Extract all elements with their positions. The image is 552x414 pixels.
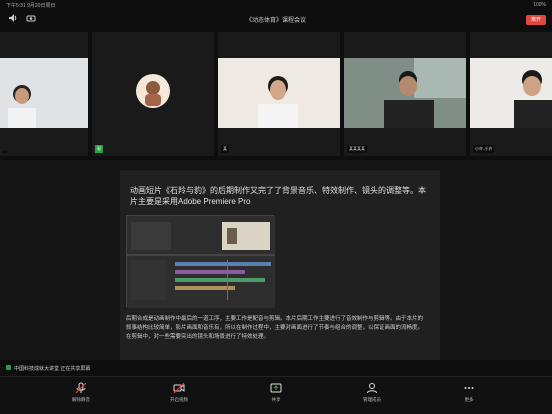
participants-icon bbox=[367, 383, 377, 394]
participant-tile-3[interactable]: 某 bbox=[218, 32, 340, 156]
video-feed bbox=[218, 58, 340, 128]
participant-tile-5[interactable]: 小许-小许 bbox=[470, 32, 552, 156]
share-indicator-icon bbox=[6, 365, 11, 370]
participants-button[interactable]: 管理成员 bbox=[347, 382, 397, 403]
participant-name: 某某某某 bbox=[347, 145, 367, 153]
video-button[interactable]: 开启视频 bbox=[154, 382, 204, 403]
slide-heading-line1: 动画短片《石羚与豹》的后期制作又完了了背景音乐、特效制作、镜头的调整等。本 bbox=[130, 186, 426, 195]
participant-tile-1[interactable] bbox=[0, 32, 88, 156]
slide-paragraph: 后期合成是动画制作中最后的一道工序，主要工作是配音与剪辑。本片后期工作主要进行了… bbox=[126, 316, 424, 340]
more-label: 更多 bbox=[464, 397, 474, 402]
participant-tile-2[interactable]: 郭 bbox=[92, 32, 214, 156]
bottom-toolbar: 解除静音 开启视频 共享 管理成员 更多 bbox=[0, 376, 552, 414]
video-label: 开启视频 bbox=[170, 397, 188, 402]
share-icon bbox=[270, 383, 282, 393]
mute-button[interactable]: 解除静音 bbox=[56, 382, 106, 403]
screen-share-area[interactable]: 动画短片《石羚与豹》的后期制作又完了了背景音乐、特效制作、镜头的调整等。本 片主… bbox=[0, 160, 552, 360]
participant-tile-4[interactable]: 某某某某 bbox=[344, 32, 466, 156]
more-button[interactable]: 更多 bbox=[444, 382, 494, 403]
avatar bbox=[136, 74, 170, 108]
mute-label: 解除静音 bbox=[72, 397, 90, 402]
shared-slide: 动画短片《石羚与豹》的后期制作又完了了背景音乐、特效制作、镜头的调整等。本 片主… bbox=[120, 170, 440, 360]
meeting-header: 《动态体育》课程会议 离开 bbox=[0, 10, 552, 30]
editor-screenshot bbox=[126, 215, 275, 308]
slide-heading-line2: 片主要是采用Adobe Premiere Pro bbox=[130, 197, 251, 206]
participant-name bbox=[3, 151, 7, 153]
status-bar: 下午5:31 9月20日周日 100% bbox=[0, 0, 552, 10]
meeting-title[interactable]: 《动态体育》课程会议 bbox=[0, 15, 552, 24]
video-strip: 郭 某 某某某某 小许-小许 bbox=[0, 32, 552, 156]
sharing-notice: 中国科技成就大讲堂 正在共享屏幕 bbox=[0, 362, 552, 374]
share-label: 共享 bbox=[271, 397, 281, 402]
status-time: 下午5:31 9月20日周日 bbox=[6, 3, 56, 9]
video-feed bbox=[0, 58, 88, 128]
more-icon bbox=[464, 387, 474, 389]
battery-indicator: 100% bbox=[533, 2, 546, 8]
participants-label: 管理成员 bbox=[363, 397, 381, 402]
share-button[interactable]: 共享 bbox=[251, 382, 301, 403]
video-feed bbox=[344, 58, 466, 128]
leave-button[interactable]: 离开 bbox=[526, 15, 546, 25]
participant-name: 某 bbox=[221, 145, 229, 153]
participant-name: 郭 bbox=[95, 145, 103, 153]
mic-icon bbox=[75, 382, 87, 394]
sharing-notice-text: 中国科技成就大讲堂 正在共享屏幕 bbox=[14, 366, 91, 372]
video-icon bbox=[173, 382, 185, 394]
video-feed bbox=[470, 58, 552, 128]
participant-name: 小许-小许 bbox=[473, 145, 495, 153]
